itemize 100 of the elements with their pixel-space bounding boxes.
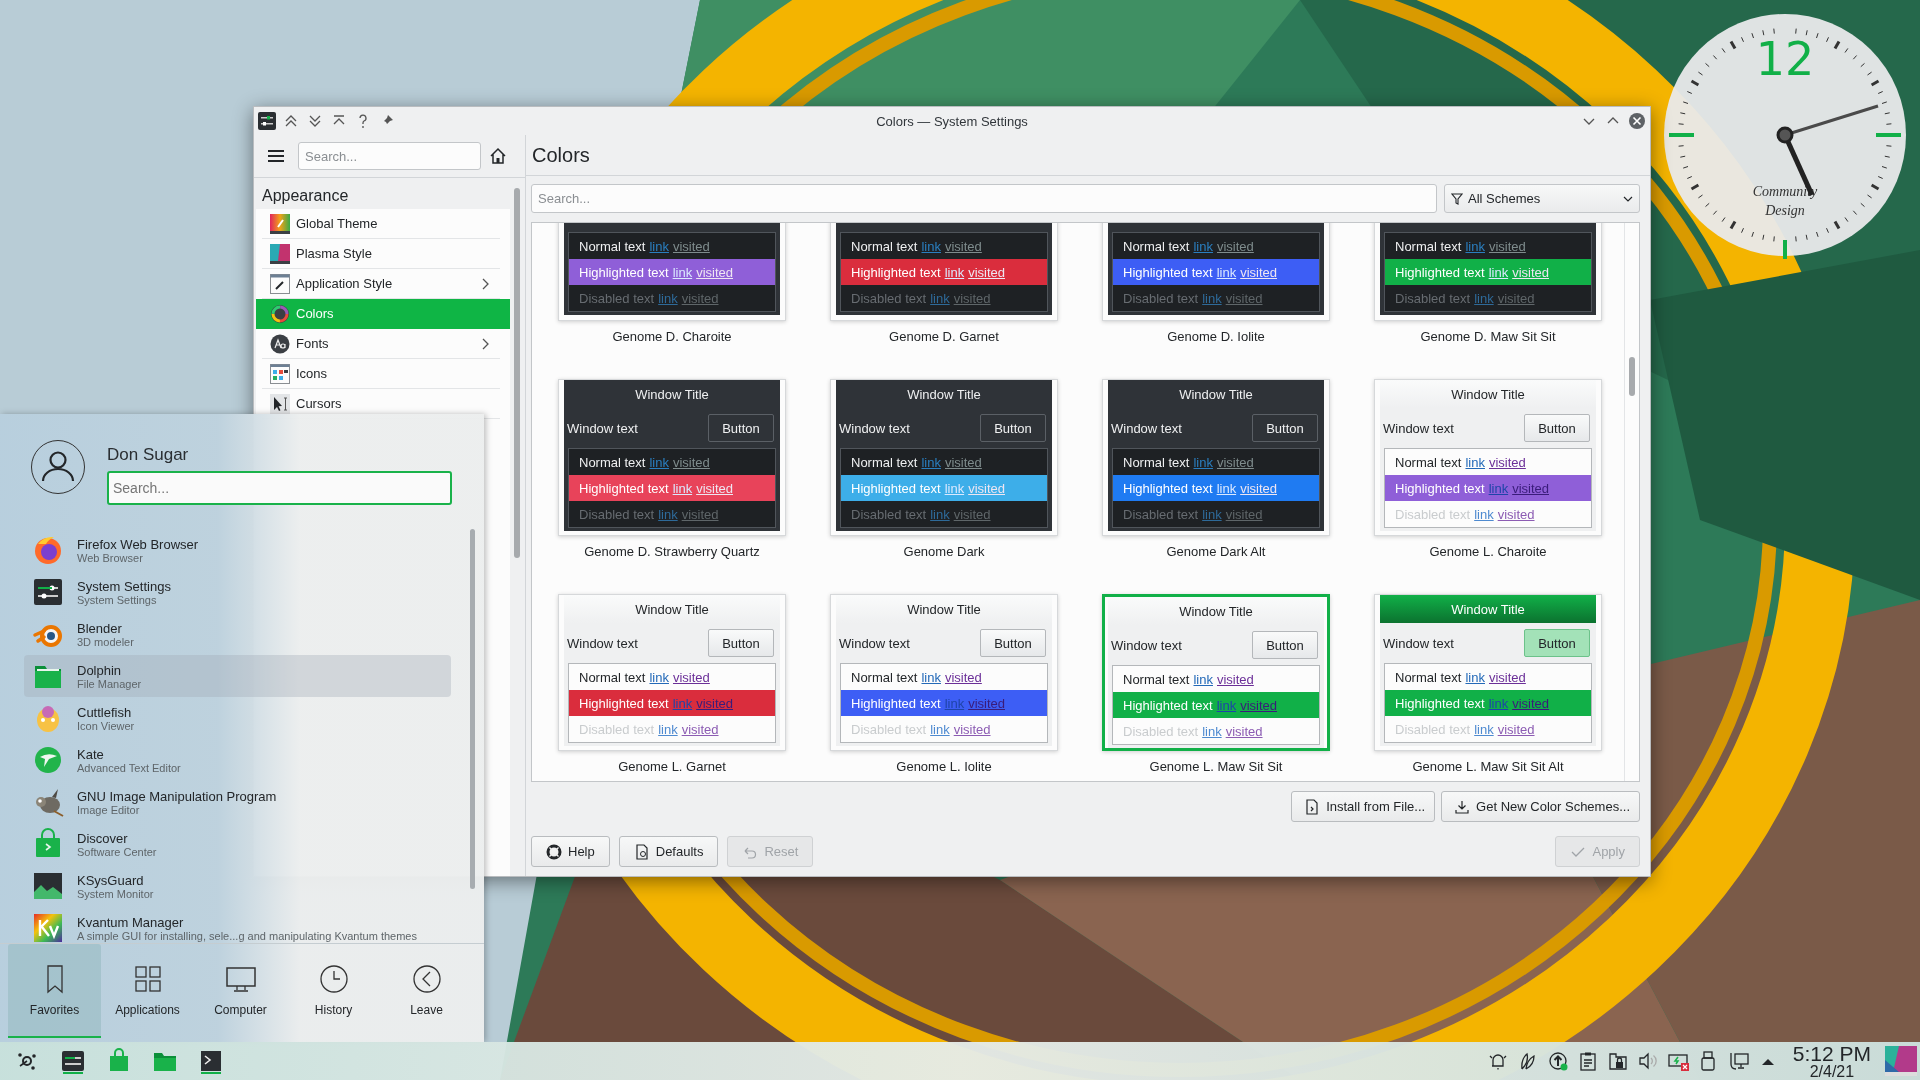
launcher-tab[interactable]: Leave xyxy=(380,944,473,1038)
preview-link: link xyxy=(1193,454,1213,470)
preview-link: link xyxy=(1474,290,1494,306)
preview-visited-link: visited xyxy=(696,264,733,280)
button[interactable]: Get New Color Schemes... xyxy=(1441,791,1640,822)
preview-text: Normal text xyxy=(579,238,646,254)
filter-dropdown[interactable]: All Schemes xyxy=(1444,184,1640,213)
search-field[interactable]: Search... xyxy=(107,471,452,505)
clock-date[interactable]: 2/4/21 xyxy=(1809,1063,1855,1080)
app-description: Icon Viewer xyxy=(77,719,135,732)
menu-icon[interactable] xyxy=(268,149,284,163)
preview-text: Highlighted text xyxy=(1395,264,1485,280)
speaker-icon[interactable] xyxy=(1636,1050,1659,1072)
scheme-preview[interactable]: Normal text link visited Highlighted text link visited Disabled text link visited xyxy=(1102,223,1330,321)
app-description: Web Browser xyxy=(77,551,144,564)
preview-link: link xyxy=(921,454,941,470)
preview-visited-link: visited xyxy=(953,721,991,737)
app-item[interactable]: Discover Software Center xyxy=(24,823,451,865)
sliders-icon xyxy=(258,112,276,130)
desktop-preview-icon[interactable] xyxy=(1885,1046,1917,1076)
home-icon[interactable] xyxy=(489,147,507,165)
launcher-tab[interactable]: Applications xyxy=(101,944,194,1038)
preview-text: Highlighted text xyxy=(851,695,941,711)
app-description: Image Editor xyxy=(77,803,140,816)
sidebar-item[interactable]: Fonts xyxy=(262,329,500,359)
preview-visited-link: visited xyxy=(673,238,710,254)
update-icon[interactable] xyxy=(1546,1050,1569,1072)
preview-text: Normal text xyxy=(579,669,646,685)
scrollbar-thumb[interactable] xyxy=(470,529,475,889)
preview-link: link xyxy=(1474,721,1494,737)
preview-link: link xyxy=(672,264,693,280)
app-item[interactable]: Cuttlefish Icon Viewer xyxy=(24,697,451,739)
launcher-tab[interactable]: Favorites xyxy=(8,944,101,1038)
launcher-tab[interactable]: Computer xyxy=(194,944,287,1038)
preview-link: link xyxy=(1488,264,1509,280)
button[interactable]: Install from File... xyxy=(1291,791,1436,822)
preview-link: link xyxy=(1216,480,1237,496)
app-item[interactable]: Blender 3D modeler xyxy=(24,613,451,655)
preview-button: Button xyxy=(1524,414,1590,442)
preview-text: Highlighted text xyxy=(1123,697,1213,713)
clock-time[interactable]: 5:12 PM xyxy=(1792,1042,1871,1064)
scheme-preview[interactable]: Normal text link visited Highlighted text link visited Disabled text link visited xyxy=(558,223,786,321)
preview-link: link xyxy=(1465,238,1485,254)
app-item[interactable]: GNU Image Manipulation Program Image Editor xyxy=(24,781,451,823)
preview-visited-link: visited xyxy=(968,695,1005,711)
color-wheel-icon xyxy=(270,303,290,324)
preview-window-text: Window text xyxy=(1383,635,1454,651)
preview-visited-link: visited xyxy=(945,669,982,685)
button[interactable]: Defaults xyxy=(618,836,719,867)
clock-icon xyxy=(317,963,350,995)
search-field[interactable]: Search... xyxy=(298,142,481,170)
preview-visited-link: visited xyxy=(953,290,991,306)
scheme-preview[interactable]: Normal text link visited Highlighted text link visited Disabled text link visited xyxy=(1374,223,1602,321)
sidebar-item[interactable]: Icons xyxy=(262,359,500,389)
scheme-preview[interactable]: Window Title Window text Button Normal text link visited Highlighted text link visited Disabled text link visited xyxy=(830,379,1058,536)
app-item[interactable]: Kvantum Manager A simple GUI for installing, sele...g and manipulating Kvantum themes xyxy=(24,907,451,943)
sidebar-item[interactable]: Global Theme xyxy=(262,209,500,239)
app-item[interactable]: Dolphin File Manager xyxy=(24,655,451,697)
preview-link: link xyxy=(658,506,678,522)
app-item[interactable]: System Settings System Settings xyxy=(24,571,451,613)
filter-icon xyxy=(1451,192,1463,205)
preview-visited-link: visited xyxy=(968,480,1005,496)
preview-link: link xyxy=(1202,723,1222,739)
preview-visited-link: visited xyxy=(1497,290,1535,306)
app-item[interactable]: KSysGuard System Monitor xyxy=(24,865,451,907)
button: Reset xyxy=(727,836,814,867)
button[interactable]: Help xyxy=(531,836,610,867)
preview-visited-link: visited xyxy=(1240,264,1277,280)
preview-visited-link: visited xyxy=(1240,480,1277,496)
preview-visited-link: visited xyxy=(1217,454,1254,470)
app-name: Cuttlefish xyxy=(77,704,133,720)
app-item[interactable]: Firefox Web Browser Web Browser xyxy=(24,529,451,571)
preview-visited-link: visited xyxy=(1512,480,1549,496)
launcher-tab[interactable]: History xyxy=(287,944,380,1038)
scheme-preview[interactable]: Window Title Window text Button Normal text link visited Highlighted text link visited Disabled text link visited xyxy=(558,379,786,536)
file-icon xyxy=(1304,798,1321,815)
app-description: 3D modeler xyxy=(77,635,134,648)
preview-link: link xyxy=(1465,669,1485,685)
scrollbar-thumb[interactable] xyxy=(1629,357,1635,396)
preview-text: Normal text xyxy=(1123,238,1190,254)
scheme-name: Genome L. Charoite xyxy=(1429,544,1547,559)
preview-visited-link: visited xyxy=(1217,671,1254,687)
close-icon[interactable] xyxy=(1628,112,1646,130)
preview-text: Normal text xyxy=(1123,671,1190,687)
preview-link: link xyxy=(1193,238,1213,254)
preview-link: link xyxy=(1488,480,1509,496)
search-field[interactable]: Search... xyxy=(531,184,1437,213)
app-item[interactable]: Kate Advanced Text Editor xyxy=(24,739,451,781)
lock-folder-icon[interactable] xyxy=(1606,1050,1629,1072)
scheme-preview[interactable]: Window Title Window text Button Normal text link visited Highlighted text link visited Disabled text link visited xyxy=(1102,379,1330,536)
preview-visited-link: visited xyxy=(1497,721,1535,737)
sidebar-item[interactable]: Plasma Style xyxy=(262,239,500,269)
preview-button: Button xyxy=(708,629,774,657)
style-icon xyxy=(270,243,290,264)
preview-visited-link: visited xyxy=(681,506,719,522)
scrollbar-thumb[interactable] xyxy=(514,188,520,558)
brush-window-icon xyxy=(270,273,290,294)
scheme-preview[interactable]: Normal text link visited Highlighted text link visited Disabled text link visited xyxy=(830,223,1058,321)
preview-text: Disabled text xyxy=(1395,290,1471,306)
app-description: Software Center xyxy=(77,845,157,858)
